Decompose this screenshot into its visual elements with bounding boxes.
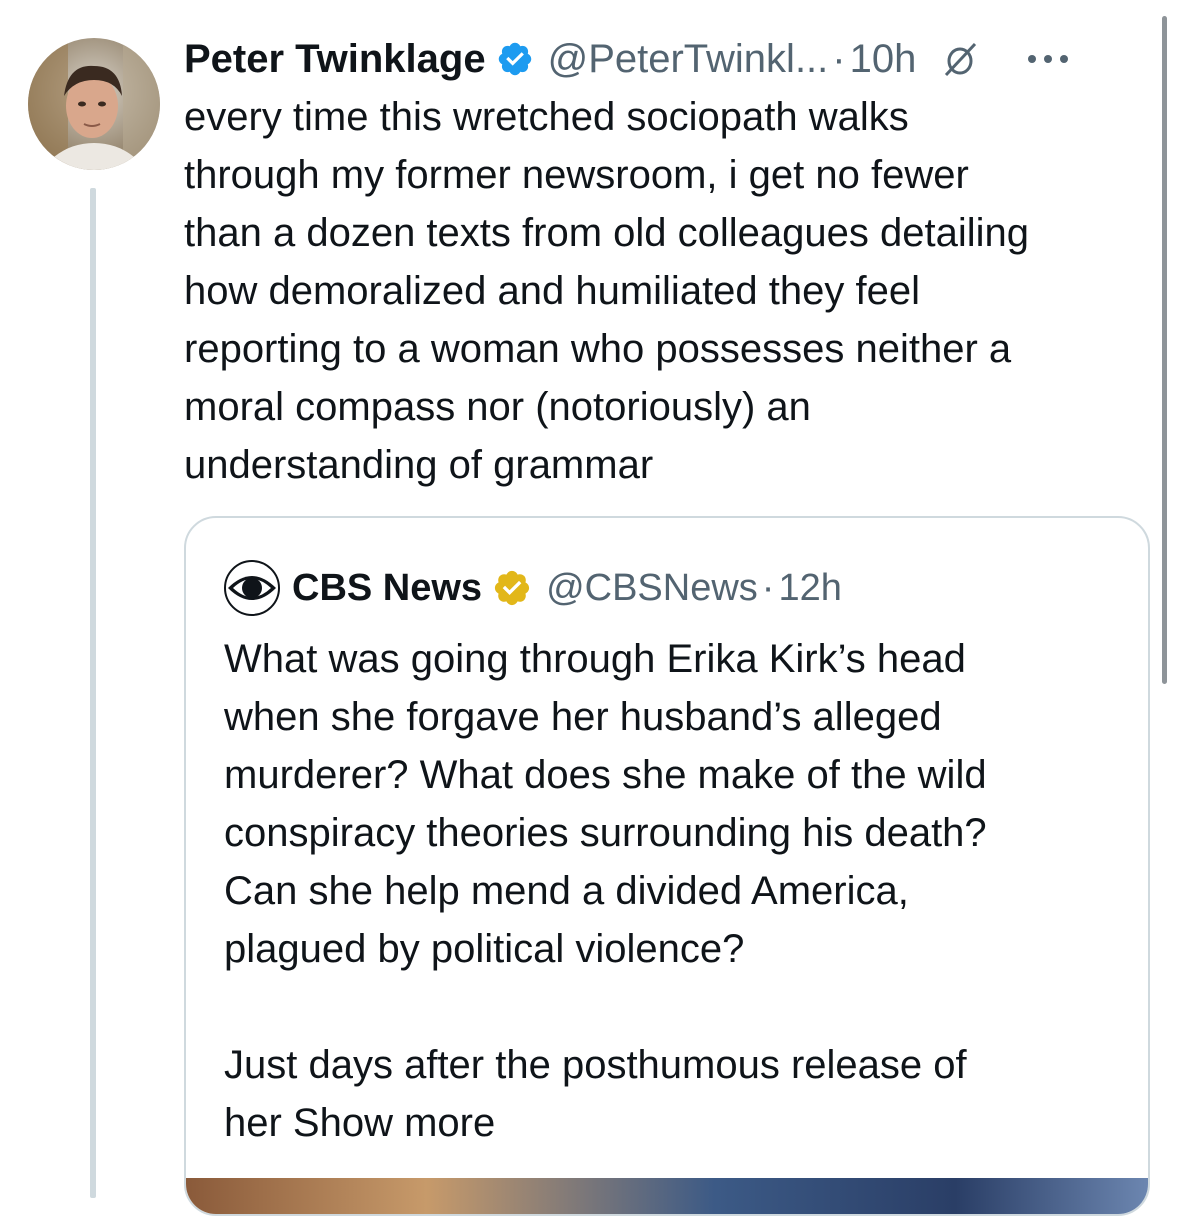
quoted-author-name[interactable]: CBS News [292, 567, 482, 610]
quoted-separator-dot: · [761, 566, 775, 609]
scrollbar[interactable] [1162, 16, 1167, 684]
quoted-tweet-media[interactable] [186, 1178, 1148, 1214]
quoted-tweet-card[interactable]: CBS News @CBSNews · 12h What was going t… [184, 516, 1150, 1216]
quoted-author-handle[interactable]: @CBSNews [546, 567, 758, 610]
tweet-text: every time this wretched sociopath walks… [184, 95, 1029, 487]
author-name[interactable]: Peter Twinklage [184, 37, 486, 82]
quoted-tweet-text: What was going through Erika Kirk’s head… [224, 637, 987, 1145]
tweet-time[interactable]: 10h [850, 37, 917, 82]
more-options-icon[interactable] [1024, 52, 1072, 66]
author-avatar[interactable] [28, 38, 160, 170]
muted-icon[interactable] [942, 41, 978, 77]
verified-badge-icon[interactable] [496, 40, 534, 78]
author-handle[interactable]: @PeterTwinkl... [548, 37, 829, 82]
separator-dot: · [832, 36, 846, 81]
gold-verified-badge-icon[interactable] [492, 568, 532, 608]
quoted-tweet-header: CBS News @CBSNews · 12h [224, 560, 842, 616]
thread-line [90, 188, 96, 1198]
quoted-tweet-time[interactable]: 12h [778, 567, 841, 610]
tweet-header: Peter Twinklage @PeterTwinkl... · 10h [184, 30, 1072, 88]
cbs-eye-logo-icon[interactable] [224, 560, 280, 616]
